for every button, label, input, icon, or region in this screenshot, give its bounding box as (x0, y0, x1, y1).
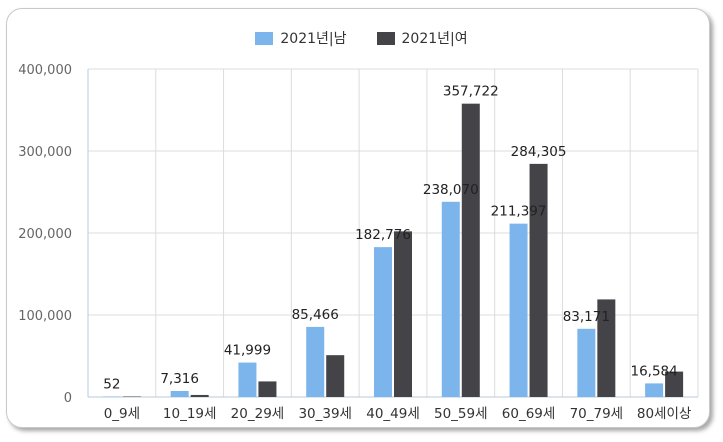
data-label: 52 (103, 377, 120, 393)
bar-male (102, 396, 121, 397)
data-label: 284,305 (511, 144, 567, 160)
data-label: 211,397 (491, 204, 547, 220)
bar-male (238, 362, 257, 397)
x-tick-label: 30_39세 (298, 406, 352, 422)
y-tick-label: 200,000 (18, 227, 72, 242)
y-tick-label: 300,000 (18, 145, 72, 160)
bar-male (441, 201, 460, 397)
bar-male (509, 223, 528, 397)
x-tick-label: 70_79세 (570, 406, 624, 422)
x-tick-label: 0_9세 (104, 406, 140, 422)
bar-female (529, 163, 548, 397)
y-tick-label: 0 (64, 391, 72, 406)
bar-female (461, 103, 480, 397)
bar-male (374, 247, 392, 397)
x-tick-label: 40_49세 (366, 406, 420, 422)
data-label: 357,722 (443, 84, 499, 100)
y-tick-label: 400,000 (18, 63, 72, 78)
y-tick-label: 100,000 (18, 309, 72, 324)
bar-male (577, 328, 596, 397)
data-label: 182,776 (355, 227, 411, 243)
bar-male (306, 326, 325, 397)
x-tick-label: 10_19세 (163, 406, 217, 422)
x-tick-label: 80세이상 (637, 406, 691, 422)
bar-female (394, 231, 412, 397)
bar-chart: 0 100,000 200,000 300,000 400,000 0_9세 10_19세 2… (18, 63, 699, 422)
data-label: 83,171 (563, 309, 610, 325)
bar-female (122, 396, 141, 397)
data-label: 85,466 (292, 307, 339, 323)
bar-male (170, 391, 189, 397)
data-label: 16,584 (630, 363, 677, 379)
bar-female (258, 381, 277, 397)
data-label: 7,316 (160, 371, 199, 387)
bar-male (645, 383, 664, 397)
data-label: 41,999 (224, 343, 271, 359)
bar-female (190, 394, 209, 397)
x-tick-label: 50_59세 (434, 406, 488, 422)
x-tick-label: 60_69세 (502, 406, 556, 422)
bar-female (326, 355, 345, 397)
data-label: 238,070 (423, 182, 479, 198)
x-tick-label: 20_29세 (231, 406, 285, 422)
